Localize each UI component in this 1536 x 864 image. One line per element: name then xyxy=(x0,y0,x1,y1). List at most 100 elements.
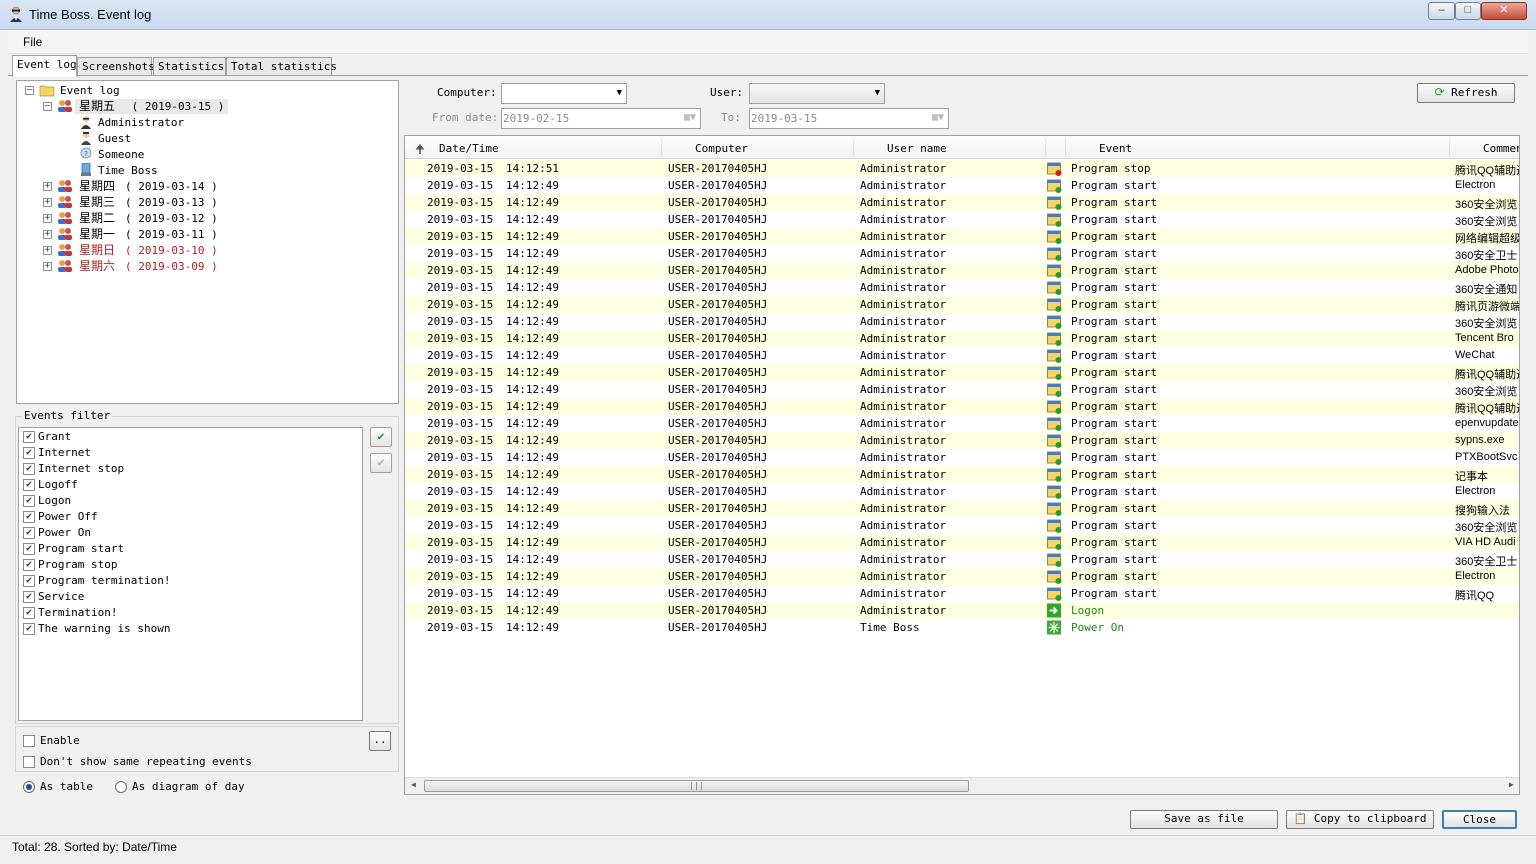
sort-up-icon[interactable]: 🠉 xyxy=(415,140,425,161)
filter-checkbox[interactable]: ✔ xyxy=(23,527,35,539)
tree-user-guest[interactable]: Guest xyxy=(98,131,131,146)
uncheck-all-button[interactable]: ✔ xyxy=(370,453,392,473)
table-row[interactable]: 2019-03-15 14:12:49 USER-20170405HJ Adminis… xyxy=(405,245,1519,262)
tab-screenshots[interactable]: Screenshots xyxy=(77,57,155,76)
close-button[interactable]: Close xyxy=(1442,810,1517,829)
tree-expand-day-icon[interactable]: + xyxy=(43,230,52,239)
filter-checkbox[interactable]: ✔ xyxy=(23,543,35,555)
as-table-radio[interactable] xyxy=(23,781,35,793)
tree-day-6[interactable]: 星期六 ( 2019-03-09 ) xyxy=(79,259,218,274)
horizontal-scrollbar[interactable]: ◀ ||| ▶ xyxy=(405,777,1519,794)
table-row[interactable]: 2019-03-15 14:12:49 USER-20170405HJ Adminis… xyxy=(405,398,1519,415)
event-log-tree[interactable]: – Event log – 星期五 ( 2019-03-15 ) Adminis… xyxy=(16,80,399,404)
tree-day-selected[interactable]: 星期五 ( 2019-03-15 ) xyxy=(75,99,229,114)
filter-checkbox[interactable]: ✔ xyxy=(23,431,35,443)
table-row[interactable]: 2019-03-15 14:12:49 USER-20170405HJ Adminis… xyxy=(405,466,1519,483)
tree-day-1[interactable]: 星期四 ( 2019-03-14 ) xyxy=(79,179,218,194)
tree-expand-day-icon[interactable]: + xyxy=(43,214,52,223)
column-separator[interactable] xyxy=(1449,138,1450,156)
table-row[interactable]: 2019-03-15 14:12:49 USER-20170405HJ Adminis… xyxy=(405,194,1519,211)
tree-expand-day-icon[interactable]: + xyxy=(43,246,52,255)
table-row[interactable]: 2019-03-15 14:12:49 USER-20170405HJ Adminis… xyxy=(405,500,1519,517)
tree-root-label[interactable]: Event log xyxy=(60,83,120,98)
column-separator[interactable] xyxy=(661,138,662,156)
tree-user-time-boss[interactable]: Time Boss xyxy=(98,163,158,178)
table-row[interactable]: 2019-03-15 14:12:49 USER-20170405HJ Adminis… xyxy=(405,551,1519,568)
column-separator[interactable] xyxy=(1045,138,1046,156)
column-separator[interactable] xyxy=(1065,138,1066,156)
filter-checkbox[interactable]: ✔ xyxy=(23,575,35,587)
scrollbar-thumb[interactable]: ||| xyxy=(424,780,969,792)
column-user-name[interactable]: User name xyxy=(887,142,947,155)
tree-expand-day-icon[interactable]: + xyxy=(43,198,52,207)
event-table[interactable]: 🠉 Date/Time Computer User name Event Com… xyxy=(404,135,1520,795)
close-window-button[interactable]: ✕ xyxy=(1481,2,1527,20)
tree-expand-day-icon[interactable]: + xyxy=(43,182,52,191)
filter-checkbox[interactable]: ✔ xyxy=(23,607,35,619)
filter-checkbox[interactable]: ✔ xyxy=(23,623,35,635)
from-date-field[interactable]: 2019-02-15 ▦▼ xyxy=(501,108,701,129)
user-select[interactable]: ▼ xyxy=(749,83,885,104)
save-as-file-button[interactable]: Save as file xyxy=(1130,810,1278,829)
check-all-button[interactable]: ✔ xyxy=(370,427,392,447)
events-filter-list[interactable]: ✔ Grant ✔ Internet ✔ Internet stop ✔ Logoff ✔ Log… xyxy=(18,427,363,721)
column-date-time[interactable]: Date/Time xyxy=(439,142,499,155)
column-event[interactable]: Event xyxy=(1099,142,1132,155)
table-row[interactable]: 2019-03-15 14:12:49 USER-20170405HJ Adminis… xyxy=(405,449,1519,466)
table-row[interactable]: 2019-03-15 14:12:49 USER-20170405HJ Adminis… xyxy=(405,279,1519,296)
dont-show-repeating-box[interactable] xyxy=(23,756,35,768)
enable-checkbox-box[interactable] xyxy=(23,735,35,747)
tree-collapse-day-icon[interactable]: – xyxy=(43,102,52,111)
tree-day-2[interactable]: 星期三 ( 2019-03-13 ) xyxy=(79,195,218,210)
table-row[interactable]: 2019-03-15 14:12:49 USER-20170405HJ Adminis… xyxy=(405,534,1519,551)
table-row[interactable]: 2019-03-15 14:12:49 USER-20170405HJ Adminis… xyxy=(405,330,1519,347)
tree-expand-day-icon[interactable]: + xyxy=(43,262,52,271)
tree-day-3[interactable]: 星期二 ( 2019-03-12 ) xyxy=(79,211,218,226)
filter-checkbox[interactable]: ✔ xyxy=(23,591,35,603)
calendar-icon[interactable]: ▦▼ xyxy=(684,112,696,123)
tree-collapse-root-icon[interactable]: – xyxy=(25,86,34,95)
tree-day-4[interactable]: 星期一 ( 2019-03-11 ) xyxy=(79,227,218,242)
table-row[interactable]: 2019-03-15 14:12:49 USER-20170405HJ Adminis… xyxy=(405,313,1519,330)
table-row[interactable]: 2019-03-15 14:12:49 USER-20170405HJ Adminis… xyxy=(405,517,1519,534)
filter-checkbox[interactable]: ✔ xyxy=(23,479,35,491)
table-row[interactable]: 2019-03-15 14:12:49 USER-20170405HJ Time Bo… xyxy=(405,619,1519,636)
scroll-left-icon[interactable]: ◀ xyxy=(411,780,416,789)
tree-day-5[interactable]: 星期日 ( 2019-03-10 ) xyxy=(79,243,218,258)
tree-user-someone[interactable]: Someone xyxy=(98,147,144,162)
tab-total-statistics[interactable]: Total statistics xyxy=(226,57,337,76)
tab-event-log[interactable]: Event log xyxy=(12,55,77,77)
table-row[interactable]: 2019-03-15 14:12:49 USER-20170405HJ Adminis… xyxy=(405,296,1519,313)
table-row[interactable]: 2019-03-15 14:12:49 USER-20170405HJ Adminis… xyxy=(405,432,1519,449)
table-row[interactable]: 2019-03-15 14:12:49 USER-20170405HJ Adminis… xyxy=(405,602,1519,619)
maximize-button[interactable]: □ xyxy=(1455,2,1481,20)
to-date-field[interactable]: 2019-03-15 ▦▼ xyxy=(749,108,949,129)
table-row[interactable]: 2019-03-15 14:12:49 USER-20170405HJ Adminis… xyxy=(405,483,1519,500)
tree-user-administrator[interactable]: Administrator xyxy=(98,115,184,130)
table-row[interactable]: 2019-03-15 14:12:49 USER-20170405HJ Adminis… xyxy=(405,228,1519,245)
table-row[interactable]: 2019-03-15 14:12:49 USER-20170405HJ Adminis… xyxy=(405,364,1519,381)
column-separator[interactable] xyxy=(853,138,854,156)
table-row[interactable]: 2019-03-15 14:12:49 USER-20170405HJ Adminis… xyxy=(405,381,1519,398)
minimize-button[interactable]: – xyxy=(1428,2,1455,20)
table-row[interactable]: 2019-03-15 14:12:49 USER-20170405HJ Adminis… xyxy=(405,347,1519,364)
copy-to-clipboard-button[interactable]: 📋 Copy to clipboard xyxy=(1286,810,1434,829)
computer-select[interactable]: ▼ xyxy=(501,83,627,104)
filter-checkbox[interactable]: ✔ xyxy=(23,511,35,523)
table-row[interactable]: 2019-03-15 14:12:49 USER-20170405HJ Adminis… xyxy=(405,568,1519,585)
filter-checkbox[interactable]: ✔ xyxy=(23,463,35,475)
filter-checkbox[interactable]: ✔ xyxy=(23,559,35,571)
tab-statistics[interactable]: Statistics xyxy=(153,57,226,76)
table-row[interactable]: 2019-03-15 14:12:51 USER-20170405HJ Adminis… xyxy=(405,160,1519,177)
table-row[interactable]: 2019-03-15 14:12:49 USER-20170405HJ Adminis… xyxy=(405,585,1519,602)
filter-more-button[interactable]: .. xyxy=(369,731,391,751)
table-row[interactable]: 2019-03-15 14:12:49 USER-20170405HJ Adminis… xyxy=(405,177,1519,194)
table-row[interactable]: 2019-03-15 14:12:49 USER-20170405HJ Adminis… xyxy=(405,262,1519,279)
menu-file[interactable]: File xyxy=(23,35,42,49)
column-computer[interactable]: Computer xyxy=(695,142,748,155)
refresh-button[interactable]: ⟳ Refresh xyxy=(1417,83,1515,103)
filter-checkbox[interactable]: ✔ xyxy=(23,447,35,459)
calendar-icon[interactable]: ▦▼ xyxy=(932,112,944,123)
column-comment[interactable]: Commen xyxy=(1483,142,1519,155)
scroll-right-icon[interactable]: ▶ xyxy=(1509,780,1514,789)
